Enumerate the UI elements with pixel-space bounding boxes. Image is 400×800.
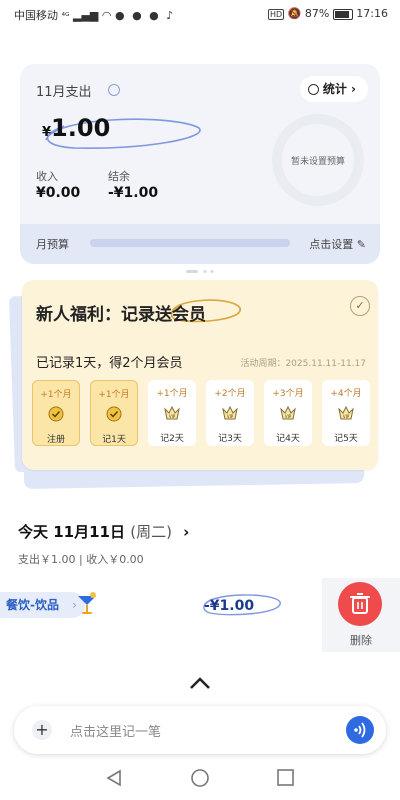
reward-tiles: +1个月 注册 +1个月 记1天 +1个月 VIP 记2天 +2个月 VIP 记… [32, 380, 372, 450]
back-icon [106, 769, 121, 787]
check-circle-icon[interactable]: ✓ [350, 296, 370, 316]
activity-period: 活动周期：2025.11.11-11.17 [240, 359, 366, 369]
reward-amount: +1个月 [40, 390, 72, 400]
reward-amount: +1个月 [156, 389, 188, 399]
chevron-right-icon: › [351, 82, 356, 96]
reward-tile[interactable]: +4个月 VIP 记5天 [322, 380, 370, 446]
reward-condition: 记4天 [276, 434, 300, 444]
cocktail-icon [78, 592, 96, 614]
welfare-card[interactable]: 新人福利：记录送会员 ✓ 已记录1天，得2个月会员 活动周期：2025.11.1… [22, 280, 378, 470]
reward-condition: 记3天 [218, 434, 242, 444]
reward-tile[interactable]: +2个月 VIP 记3天 [206, 380, 254, 446]
income-value: ¥0.00 [36, 185, 81, 201]
welfare-subtitle: 已记录1天，得2个月会员 [36, 356, 183, 371]
budget-label: 月预算 [36, 238, 69, 251]
mute-icon: 🔕 [287, 7, 302, 20]
reward-condition: 记2天 [160, 434, 184, 444]
reward-condition: 注册 [46, 435, 65, 445]
month-label: 11月支出 [36, 85, 92, 100]
set-budget-button[interactable]: 点击设置 ✎ [309, 236, 366, 252]
record-amount[interactable]: -¥1.00 [204, 598, 254, 614]
reward-amount: +3个月 [272, 389, 304, 399]
reward-condition: 记1天 [102, 435, 126, 445]
reward-tile[interactable]: +1个月 注册 [32, 380, 80, 446]
income-label: 收入 [36, 170, 58, 183]
category-label: 餐饮-饮品 [6, 598, 59, 612]
svg-text:VIP: VIP [285, 414, 292, 419]
battery-percent: 87% [304, 7, 330, 20]
month-expense-amount: ¥1.00 [42, 114, 110, 142]
signal-icon: ▂▄▆ ◠ [73, 9, 112, 22]
vip-crown-icon: VIP [280, 405, 296, 420]
hd-icon: HD [267, 9, 285, 20]
clock: 17:16 [356, 7, 388, 20]
set-budget-label: 点击设置 [309, 238, 354, 251]
status-left: 中国移动 ⁴ᴳ ▂▄▆ ◠ ● ● ● ♪ [14, 7, 175, 23]
trash-icon [350, 593, 370, 614]
balance-value: -¥1.00 [108, 185, 159, 201]
network-type: ⁴ᴳ [61, 12, 70, 22]
reward-condition: 记5天 [334, 434, 358, 444]
currency-symbol: ¥ [42, 125, 52, 140]
welfare-title: 新人福利：记录送会员 [36, 305, 206, 325]
record-input[interactable]: 点击这里记一笔 [70, 721, 161, 740]
recents-icon [277, 769, 294, 786]
budget-ring[interactable]: 暂未设置预算 [272, 114, 364, 206]
chevron-up-icon[interactable] [188, 676, 212, 690]
delete-button[interactable] [338, 582, 382, 626]
status-bar: 中国移动 ⁴ᴳ ▂▄▆ ◠ ● ● ● ♪ HD 🔕 87% 17:16 [0, 0, 400, 28]
plus-icon[interactable]: + [32, 720, 52, 740]
app-notification-icons: ● ● ● ♪ [114, 9, 176, 22]
vip-crown-icon: VIP [338, 405, 354, 420]
reward-tile[interactable]: +1个月 记1天 [90, 380, 138, 446]
day-summary: 支出￥1.00 | 收入￥0.00 [18, 553, 144, 566]
reward-tile[interactable]: +3个月 VIP 记4天 [264, 380, 312, 446]
battery-icon [332, 8, 353, 20]
budget-ring-text: 暂未设置预算 [290, 156, 345, 167]
weekday: (周二) [130, 523, 172, 541]
system-nav-bar [106, 769, 294, 787]
svg-text:VIP: VIP [169, 414, 176, 419]
status-right: HD 🔕 87% 17:16 [267, 7, 388, 20]
reward-amount: +4个月 [330, 389, 362, 399]
page-indicator [186, 270, 214, 273]
sound-wave-icon [354, 722, 366, 738]
expense-card[interactable]: 11月支出 统计 › ¥1.00 收入 ¥0.00 结余 -¥1.00 暂未设置… [20, 64, 380, 264]
pencil-icon: ✎ [356, 238, 366, 251]
chevron-right-icon: › [183, 523, 190, 541]
check-badge-icon [106, 406, 122, 422]
quick-record-bar[interactable]: + 点击这里记一笔 [14, 706, 386, 754]
stats-button-label: 统计 [322, 82, 347, 96]
day-title: 今天 11月11日 [18, 523, 125, 541]
svg-text:VIP: VIP [343, 414, 350, 419]
reward-amount: +2个月 [214, 389, 246, 399]
check-badge-icon [48, 406, 64, 422]
carrier-label: 中国移动 [14, 9, 58, 22]
vip-crown-icon: VIP [164, 405, 180, 420]
eye-icon[interactable] [108, 84, 120, 96]
monthly-budget-row[interactable]: 月预算 点击设置 ✎ [20, 224, 380, 264]
budget-progress-bar [90, 239, 290, 247]
day-header[interactable]: 今天 11月11日 (周二) › [18, 521, 189, 542]
balance-label: 结余 [108, 170, 130, 183]
delete-label: 删除 [350, 634, 372, 647]
stats-button[interactable]: 统计 › [299, 76, 368, 102]
svg-text:VIP: VIP [227, 414, 234, 419]
chart-pie-icon [307, 84, 319, 95]
home-icon [191, 769, 209, 787]
vip-crown-icon: VIP [222, 405, 238, 420]
reward-amount: +1个月 [98, 390, 130, 400]
reward-tile[interactable]: +1个月 VIP 记2天 [148, 380, 196, 446]
voice-button[interactable] [346, 716, 374, 744]
category-tag[interactable]: 餐饮-饮品 › [0, 592, 85, 618]
amount-value: 1.00 [51, 114, 111, 142]
